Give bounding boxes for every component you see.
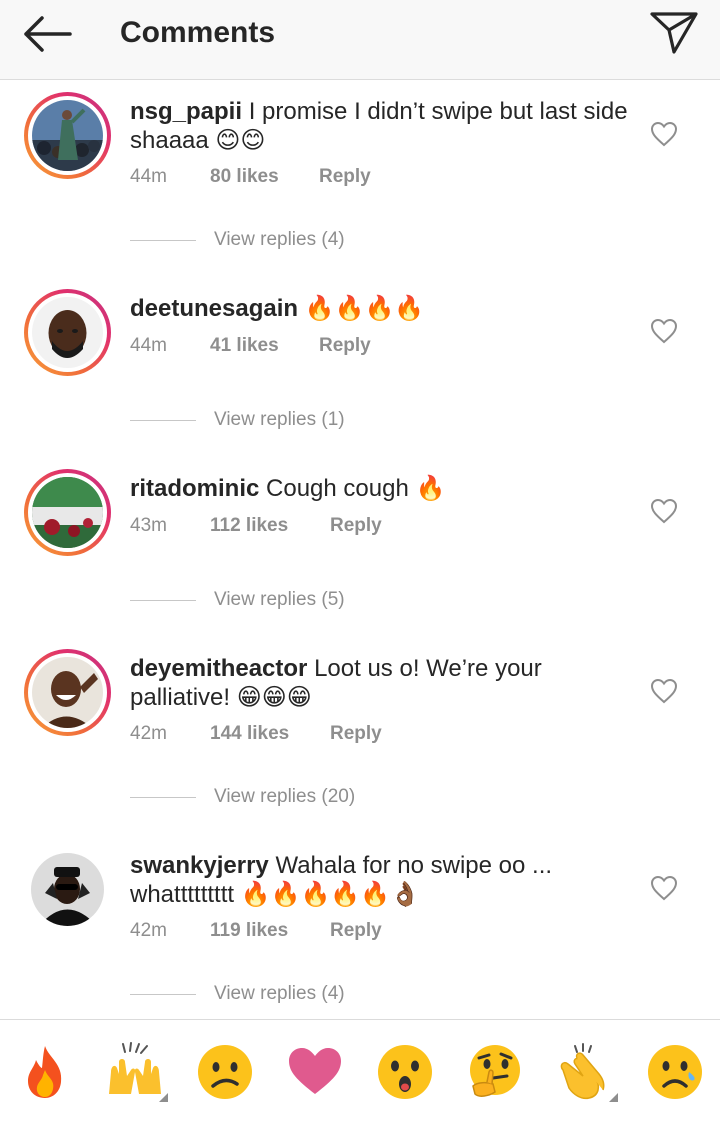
variant-indicator — [609, 1093, 618, 1102]
comment-time: 43m — [130, 515, 167, 536]
comment-list: nsg_papii I promise I didn’t swipe but l… — [0, 81, 720, 1017]
page-title: Comments — [120, 16, 276, 49]
heart-icon — [289, 1048, 341, 1094]
comment-text: deyemitheactor Loot us o! We’re your pal… — [130, 654, 630, 712]
comment-text: ritadominic Cough cough 🔥 — [130, 474, 630, 503]
comment-username[interactable]: deetunesagain — [130, 295, 298, 322]
comment-username[interactable]: nsg_papii — [130, 98, 242, 125]
raising-hands-icon — [109, 1042, 161, 1094]
confused-face-icon — [198, 1045, 252, 1099]
clapping-hands-emoji-button[interactable] — [555, 1042, 618, 1102]
view-replies-label: View replies (4) — [214, 983, 345, 1004]
back-button[interactable] — [20, 12, 76, 56]
avatar-container[interactable] — [24, 846, 111, 933]
surprised-face-icon — [378, 1045, 432, 1099]
surprised-face-emoji-button[interactable] — [375, 1042, 435, 1102]
emoji-reaction-bar — [0, 1019, 720, 1121]
heart-emoji-button[interactable] — [285, 1042, 345, 1102]
heart-outline-icon[interactable] — [650, 678, 678, 704]
replies-divider — [130, 240, 196, 241]
comment-body: Cough cough 🔥 — [266, 475, 446, 502]
reply-button[interactable]: Reply — [330, 723, 382, 745]
comment-username[interactable]: swankyjerry — [130, 852, 269, 879]
confused-face-emoji-button[interactable] — [195, 1042, 255, 1102]
view-replies-label: View replies (5) — [214, 589, 345, 610]
avatar — [31, 853, 104, 926]
comment-text: nsg_papii I promise I didn’t swipe but l… — [130, 97, 630, 155]
avatar — [32, 657, 103, 728]
heart-outline-icon[interactable] — [650, 121, 678, 147]
replies-divider — [130, 797, 196, 798]
avatar — [32, 100, 103, 171]
comment-time: 42m — [130, 723, 167, 744]
sad-face-emoji-button[interactable] — [645, 1042, 705, 1102]
avatar-story-ring[interactable] — [24, 649, 111, 736]
avatar — [32, 297, 103, 368]
comment-username[interactable]: deyemitheactor — [130, 655, 307, 682]
comment-text: swankyjerry Wahala for no swipe oo ... w… — [130, 851, 630, 909]
comment-likes[interactable]: 112 likes — [210, 515, 288, 537]
raising-hands-emoji-button[interactable] — [105, 1042, 168, 1102]
heart-outline-icon[interactable] — [650, 318, 678, 344]
replies-divider — [130, 600, 196, 601]
thinking-face-emoji-button[interactable] — [465, 1042, 525, 1102]
fire-icon — [28, 1046, 62, 1098]
comment-text: deetunesagain 🔥🔥🔥🔥 — [130, 294, 630, 323]
view-replies-label: View replies (20) — [214, 786, 356, 807]
heart-outline-icon[interactable] — [650, 875, 678, 901]
fire-emoji-button[interactable] — [15, 1042, 75, 1102]
sad-face-icon — [648, 1045, 702, 1099]
clapping-hands-icon — [560, 1043, 605, 1100]
comment-likes[interactable]: 119 likes — [210, 920, 288, 942]
comment-time: 42m — [130, 920, 167, 941]
comment-likes[interactable]: 144 likes — [210, 723, 289, 745]
reply-button[interactable]: Reply — [319, 335, 371, 357]
comment-likes[interactable]: 80 likes — [210, 166, 279, 188]
view-replies-label: View replies (1) — [214, 409, 345, 430]
thinking-face-icon — [470, 1045, 520, 1097]
paper-plane-icon — [650, 12, 698, 54]
comment-likes[interactable]: 41 likes — [210, 335, 279, 357]
avatar-story-ring[interactable] — [24, 92, 111, 179]
reply-button[interactable]: Reply — [319, 166, 371, 188]
comment-time: 44m — [130, 335, 167, 356]
comment-username[interactable]: ritadominic — [130, 475, 259, 502]
avatar-story-ring[interactable] — [24, 469, 111, 556]
avatar — [32, 477, 103, 548]
replies-divider — [130, 994, 196, 995]
comment-body: 🔥🔥🔥🔥 — [304, 295, 425, 322]
top-bar: Comments — [0, 0, 720, 80]
comment-time: 44m — [130, 166, 167, 187]
reply-button[interactable]: Reply — [330, 515, 382, 537]
avatar-story-ring[interactable] — [24, 289, 111, 376]
reply-button[interactable]: Reply — [330, 920, 382, 942]
variant-indicator — [159, 1093, 168, 1102]
view-replies-label: View replies (4) — [214, 229, 345, 250]
share-button[interactable] — [648, 10, 700, 56]
arrow-left-icon — [24, 16, 72, 52]
replies-divider — [130, 420, 196, 421]
heart-outline-icon[interactable] — [650, 498, 678, 524]
